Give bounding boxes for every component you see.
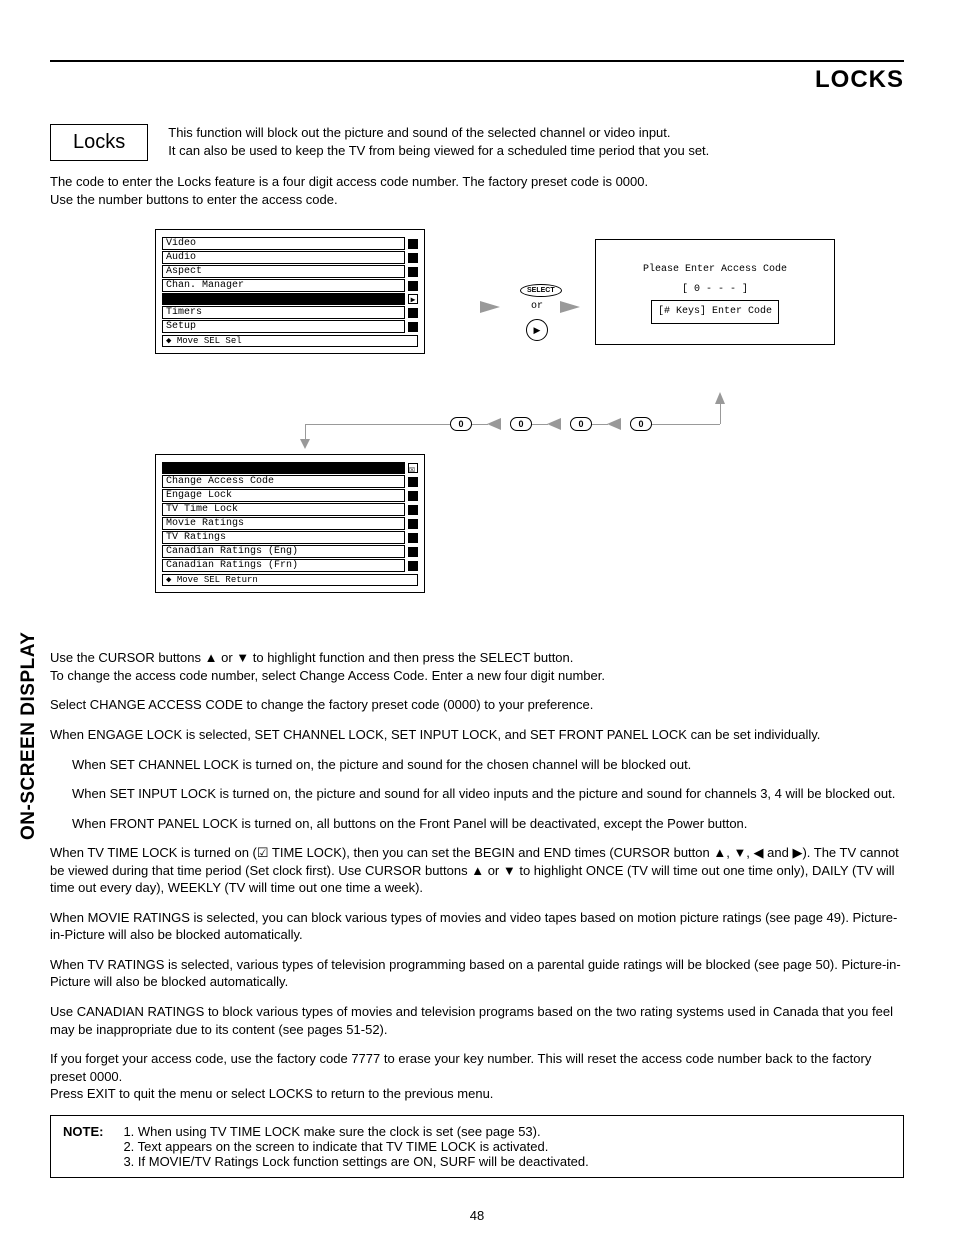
menu-item: TV Time Lock bbox=[162, 503, 405, 516]
code-hint: [# Keys] Enter Code bbox=[651, 300, 779, 324]
access-line2: Use the number buttons to enter the acce… bbox=[50, 191, 904, 209]
arrow-left-icon bbox=[547, 418, 561, 430]
menu-item: Aspect bbox=[162, 265, 405, 278]
page-header-title: LOCKS bbox=[50, 66, 904, 94]
zero-key-icon: 0 bbox=[630, 417, 652, 431]
arrow-right-icon bbox=[480, 301, 500, 313]
side-label: ON-SCREEN DISPLAY bbox=[18, 632, 40, 840]
locks-submenu-box: ☒ Change Access Code Engage Lock TV Time… bbox=[155, 454, 425, 593]
arrow-right-icon bbox=[560, 301, 580, 313]
note-line: 1. When using TV TIME LOCK make sure the… bbox=[123, 1124, 588, 1139]
text-line: Press EXIT to quit the menu or select LO… bbox=[50, 1085, 904, 1103]
menu-item: Audio bbox=[162, 251, 405, 264]
body-paragraph: When MOVIE RATINGS is selected, you can … bbox=[50, 909, 904, 944]
menu-item: Video bbox=[162, 237, 405, 250]
access-code-box: Please Enter Access Code [ 0 - - - ] [# … bbox=[595, 239, 835, 345]
intro-line1: This function will block out the picture… bbox=[168, 124, 904, 142]
main-menu-box: Video Audio Aspect Chan. Manager ▶ Timer… bbox=[155, 229, 425, 354]
access-info: The code to enter the Locks feature is a… bbox=[50, 173, 904, 209]
menu-item: TV Ratings bbox=[162, 531, 405, 544]
note-box: NOTE: 1. When using TV TIME LOCK make su… bbox=[50, 1115, 904, 1178]
menu-header-bar bbox=[162, 462, 405, 474]
line bbox=[652, 424, 720, 425]
menu-item-selected bbox=[162, 293, 405, 305]
arrow-up-icon bbox=[715, 392, 725, 404]
line bbox=[472, 424, 488, 425]
menu-item: Timers bbox=[162, 306, 405, 319]
arrow-left-icon bbox=[607, 418, 621, 430]
zero-key-icon: 0 bbox=[510, 417, 532, 431]
body-paragraph: When ENGAGE LOCK is selected, SET CHANNE… bbox=[50, 726, 904, 744]
text-line: To change the access code number, select… bbox=[50, 667, 904, 685]
zero-key-icon: 0 bbox=[570, 417, 592, 431]
line bbox=[532, 424, 548, 425]
body-paragraph: When TV RATINGS is selected, various typ… bbox=[50, 956, 904, 991]
menu-item: Chan. Manager bbox=[162, 279, 405, 292]
header-rule bbox=[50, 60, 904, 62]
menu-item: Movie Ratings bbox=[162, 517, 405, 530]
menu-footer: ◆ Move SEL Return bbox=[162, 574, 418, 586]
body-paragraph: Use CANADIAN RATINGS to block various ty… bbox=[50, 1003, 904, 1038]
arrow-left-icon bbox=[487, 418, 501, 430]
line bbox=[592, 424, 608, 425]
play-button-icon: ▶ bbox=[526, 319, 548, 341]
diagram-area: Video Audio Aspect Chan. Manager ▶ Timer… bbox=[50, 229, 904, 629]
zero-key-icon: 0 bbox=[450, 417, 472, 431]
page-number: 48 bbox=[50, 1208, 904, 1223]
body-paragraph: Use the CURSOR buttons ▲ or ▼ to highlig… bbox=[50, 649, 904, 684]
body-paragraph: If you forget your access code, use the … bbox=[50, 1050, 904, 1103]
menu-item: Canadian Ratings (Frn) bbox=[162, 559, 405, 572]
line bbox=[720, 404, 721, 424]
menu-item: Setup bbox=[162, 320, 405, 333]
access-line1: The code to enter the Locks feature is a… bbox=[50, 173, 904, 191]
note-content: 1. When using TV TIME LOCK make sure the… bbox=[123, 1124, 588, 1169]
body-paragraph: When FRONT PANEL LOCK is turned on, all … bbox=[72, 815, 904, 833]
arrow-down-icon bbox=[300, 439, 310, 449]
line bbox=[305, 424, 450, 425]
body-paragraph: When TV TIME LOCK is turned on (☑ TIME L… bbox=[50, 844, 904, 897]
text-line: If you forget your access code, use the … bbox=[50, 1050, 904, 1085]
body-paragraph: When SET CHANNEL LOCK is turned on, the … bbox=[72, 756, 904, 774]
locks-box-title: Locks bbox=[50, 124, 148, 161]
note-line: 2. Text appears on the screen to indicat… bbox=[123, 1139, 588, 1154]
text-line: Use the CURSOR buttons ▲ or ▼ to highlig… bbox=[50, 649, 904, 667]
note-line: 3. If MOVIE/TV Ratings Lock function set… bbox=[123, 1154, 588, 1169]
intro-text: This function will block out the picture… bbox=[168, 124, 904, 160]
menu-footer: ◆ Move SEL Sel bbox=[162, 335, 418, 347]
intro-line2: It can also be used to keep the TV from … bbox=[168, 142, 904, 160]
select-button-icon: SELECT bbox=[520, 284, 562, 297]
code-prompt: Please Enter Access Code bbox=[606, 260, 824, 280]
or-label: or bbox=[531, 301, 543, 312]
code-value: [ 0 - - - ] bbox=[606, 280, 824, 300]
body-paragraph: Select CHANGE ACCESS CODE to change the … bbox=[50, 696, 904, 714]
note-label: NOTE: bbox=[63, 1124, 103, 1169]
menu-item: Change Access Code bbox=[162, 475, 405, 488]
menu-item: Canadian Ratings (Eng) bbox=[162, 545, 405, 558]
menu-item: Engage Lock bbox=[162, 489, 405, 502]
body-paragraph: When SET INPUT LOCK is turned on, the pi… bbox=[72, 785, 904, 803]
